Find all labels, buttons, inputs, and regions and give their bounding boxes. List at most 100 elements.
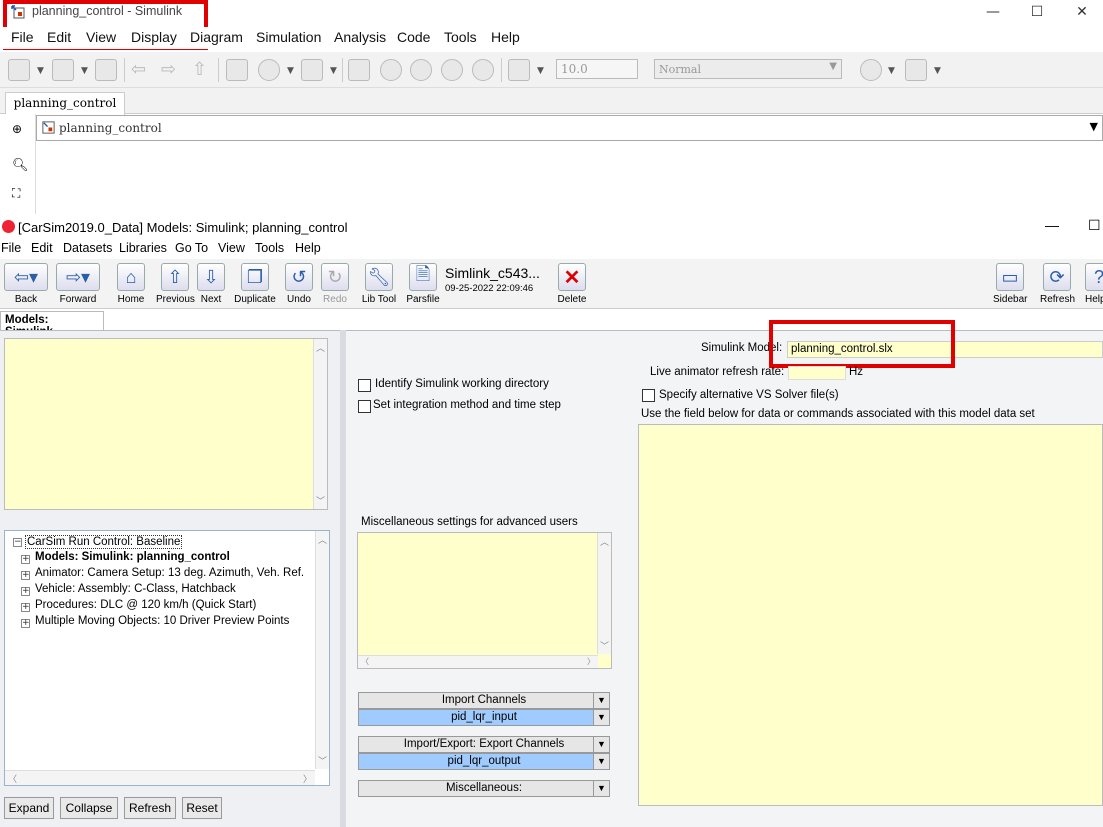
model-data-textarea[interactable] <box>638 424 1103 806</box>
chevron-down-icon[interactable]: ▼ <box>81 66 88 76</box>
stop-time-input[interactable]: 10.0 <box>556 59 638 79</box>
tree-item[interactable]: Models: Simulink: planning_control <box>35 551 230 563</box>
menu-tools[interactable]: Tools <box>444 29 477 45</box>
vertical-scrollbar[interactable]: ︿ ﹀ <box>315 531 329 769</box>
forward-arrow-icon[interactable]: ⇨ <box>161 59 183 81</box>
fit-view-icon[interactable]: ⛶ <box>12 186 20 201</box>
horizontal-scrollbar[interactable]: 〈〉 <box>5 770 315 785</box>
redo-button[interactable]: ↻ Redo <box>320 263 350 307</box>
menu-file[interactable]: File <box>11 29 34 45</box>
tree-item[interactable]: Multiple Moving Objects: 10 Driver Previ… <box>35 615 289 627</box>
scroll-up-icon[interactable]: ︿ <box>600 535 609 548</box>
grid-icon[interactable] <box>905 59 927 81</box>
lib-tool-button[interactable]: 🔧︎ Lib Tool <box>360 263 398 307</box>
chevron-down-icon[interactable]: ▼ <box>37 66 44 76</box>
menu-view[interactable]: View <box>218 241 245 255</box>
close-button[interactable]: ✕ <box>1059 2 1103 24</box>
menu-help[interactable]: Help <box>295 241 321 255</box>
chevron-down-icon[interactable]: ▼ <box>593 781 609 796</box>
menu-edit[interactable]: Edit <box>31 241 53 255</box>
expand-node-icon[interactable]: + <box>21 619 30 628</box>
expand-node-icon[interactable]: + <box>21 603 30 612</box>
expand-node-icon[interactable]: + <box>21 555 30 564</box>
save-icon[interactable] <box>95 59 117 81</box>
menu-file[interactable]: File <box>1 241 21 255</box>
chevron-down-icon[interactable]: ▼ <box>330 66 337 76</box>
chevron-down-icon[interactable]: ▼ <box>593 710 609 725</box>
menu-analysis[interactable]: Analysis <box>334 29 386 45</box>
simulation-mode-select[interactable]: Normal ▼ <box>654 59 842 79</box>
tree-root[interactable]: CarSim Run Control: Baseline <box>25 535 183 549</box>
minimize-button[interactable]: — <box>1045 217 1059 233</box>
refresh-button[interactable]: ⟳ Refresh <box>1040 263 1075 307</box>
home-button[interactable]: ⌂ Home <box>116 263 146 307</box>
menu-display[interactable]: Display <box>131 29 177 45</box>
chevron-down-icon[interactable]: ▼ <box>287 66 294 76</box>
tree-item[interactable]: Animator: Camera Setup: 13 deg. Azimuth,… <box>35 567 304 579</box>
miscellaneous-dropdown[interactable]: Miscellaneous: ▼ <box>358 780 610 797</box>
back-button[interactable]: ⇦▾ Back <box>4 263 48 307</box>
identify-directory-checkbox[interactable] <box>358 379 371 392</box>
menu-tools[interactable]: Tools <box>255 241 284 255</box>
scroll-up-icon[interactable]: ︿ <box>318 533 327 546</box>
record-icon[interactable] <box>348 59 370 81</box>
vertical-scrollbar[interactable]: ︿ ﹀ <box>313 339 327 509</box>
menu-datasets[interactable]: Datasets <box>63 241 112 255</box>
export-channels-link[interactable]: pid_lqr_output ▼ <box>358 753 610 770</box>
run-icon[interactable] <box>410 59 432 81</box>
menu-libraries[interactable]: Libraries <box>119 241 167 255</box>
import-channels-dropdown[interactable]: Import Channels ▼ <box>358 692 610 709</box>
step-forward-icon[interactable] <box>441 59 463 81</box>
open-folder-icon[interactable] <box>52 59 74 81</box>
duplicate-button[interactable]: ❐ Duplicate <box>233 263 277 307</box>
scroll-down-icon[interactable]: ﹀ <box>316 494 325 507</box>
model-browser-bar[interactable]: planning_control ▼ <box>36 115 1103 141</box>
hide-explorer-icon[interactable]: ⊕ <box>12 122 22 136</box>
run-control-tree[interactable]: − CarSim Run Control: Baseline + Models:… <box>4 530 330 786</box>
next-button[interactable]: ⇩ Next <box>196 263 226 307</box>
menu-view[interactable]: View <box>86 29 116 45</box>
reset-button[interactable]: Reset <box>182 797 222 819</box>
collapse-button[interactable]: Collapse <box>60 797 118 819</box>
menu-code[interactable]: Code <box>397 29 430 45</box>
maximize-button[interactable]: ☐ <box>1014 2 1060 24</box>
scroll-right-icon[interactable]: 〉 <box>303 772 312 785</box>
refresh-tree-button[interactable]: Refresh <box>124 797 176 819</box>
scroll-left-icon[interactable]: 〈 <box>361 656 369 667</box>
tree-item[interactable]: Procedures: DLC @ 120 km/h (Quick Start) <box>35 599 256 611</box>
new-model-icon[interactable] <box>8 59 30 81</box>
minimize-button[interactable]: — <box>970 2 1016 24</box>
expand-button[interactable]: Expand <box>4 797 54 819</box>
menu-simulation[interactable]: Simulation <box>256 29 321 45</box>
previous-button[interactable]: ⇧ Previous <box>156 263 195 307</box>
expand-node-icon[interactable]: + <box>21 571 30 580</box>
scroll-right-icon[interactable]: 〉 <box>587 656 595 667</box>
scope-icon[interactable] <box>508 59 530 81</box>
expand-node-icon[interactable]: + <box>21 587 30 596</box>
sidebar-button[interactable]: ▭ Sidebar <box>993 263 1027 307</box>
model-explorer-icon[interactable] <box>301 59 323 81</box>
up-arrow-icon[interactable]: ⇧ <box>192 59 214 81</box>
stop-icon[interactable] <box>472 59 494 81</box>
tab-planning-control[interactable]: planning_control <box>5 92 125 115</box>
undo-button[interactable]: ↺ Undo <box>284 263 314 307</box>
menu-diagram[interactable]: Diagram <box>190 29 243 45</box>
scroll-down-icon[interactable]: ﹀ <box>600 639 609 652</box>
menu-goto[interactable]: Go To <box>175 241 208 255</box>
scroll-down-icon[interactable]: ﹀ <box>318 754 327 767</box>
step-back-icon[interactable] <box>380 59 402 81</box>
refresh-rate-input[interactable] <box>788 366 846 380</box>
back-arrow-icon[interactable]: ⇦ <box>131 59 153 81</box>
chevron-down-icon[interactable]: ▼ <box>537 66 544 76</box>
library-browser-icon[interactable] <box>226 59 248 81</box>
horizontal-scrollbar[interactable]: 〈〉 <box>358 655 598 668</box>
chevron-down-icon[interactable]: ▼ <box>593 737 609 752</box>
integration-method-checkbox[interactable] <box>358 400 371 413</box>
chevron-down-icon[interactable]: ▼ <box>888 66 895 76</box>
tree-item[interactable]: Vehicle: Assembly: C-Class, Hatchback <box>35 583 236 595</box>
parsfile-button[interactable]: 🗎︎ Parsfile <box>406 263 440 307</box>
scroll-left-icon[interactable]: 〈 <box>8 772 17 785</box>
zoom-icon[interactable]: 🔍︎ <box>12 158 29 173</box>
forward-button[interactable]: ⇨▾ Forward <box>56 263 100 307</box>
check-icon[interactable] <box>860 59 882 81</box>
